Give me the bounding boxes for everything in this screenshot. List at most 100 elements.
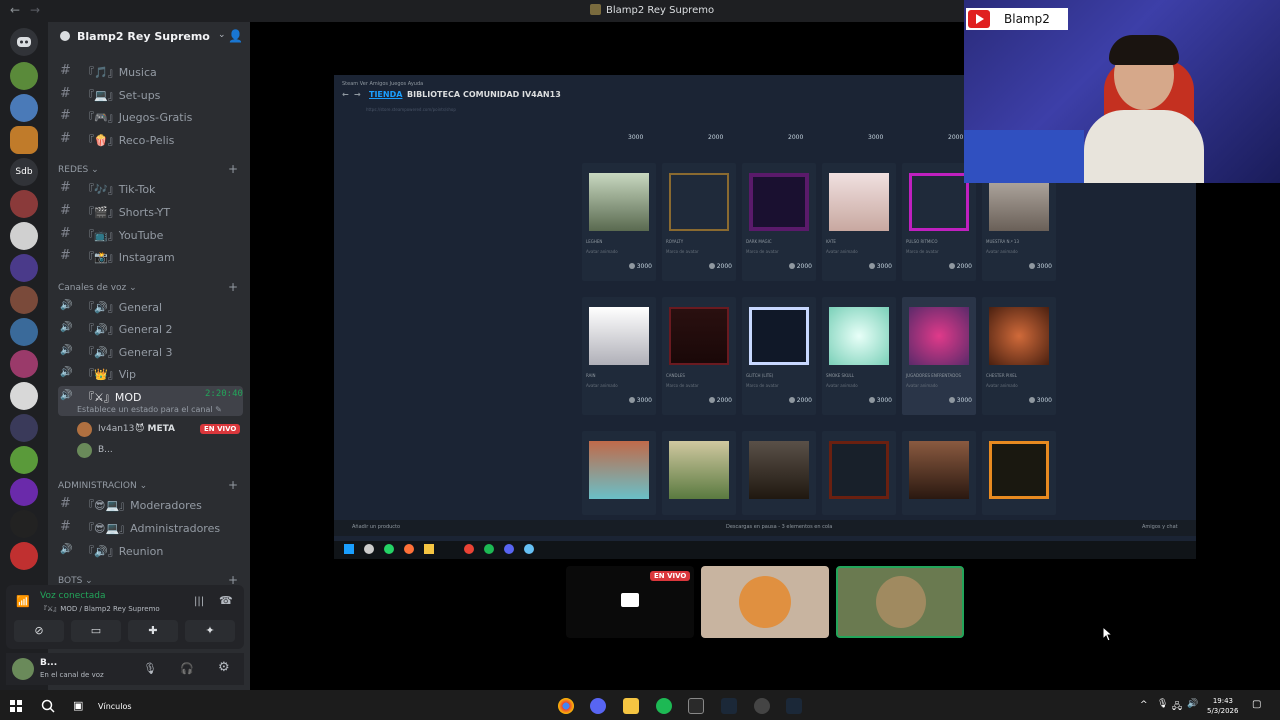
- server-icon[interactable]: [10, 62, 38, 90]
- spotify-icon[interactable]: [656, 698, 672, 714]
- forward-arrow-icon: →: [354, 90, 361, 99]
- item-thumbnail: [669, 307, 729, 365]
- steam-icon[interactable]: [721, 698, 737, 714]
- user-name: B...: [40, 658, 58, 668]
- search-icon[interactable]: [41, 699, 55, 713]
- channel-item[interactable]: # 『💻』Set-ups: [58, 84, 243, 104]
- obs-icon[interactable]: [754, 698, 770, 714]
- server-icon[interactable]: [10, 190, 38, 218]
- price: 2000: [708, 134, 724, 141]
- server-header[interactable]: Blamp2 Rey Supremo ⌄ 👤: [48, 26, 248, 50]
- task-view-icon[interactable]: ▣: [73, 699, 83, 712]
- server-icon[interactable]: [10, 382, 38, 410]
- price: 2000: [788, 134, 804, 141]
- links-toolbar[interactable]: Vínculos: [98, 702, 132, 711]
- server-badge-icon: [60, 31, 70, 41]
- item-thumbnail: [749, 441, 809, 499]
- coin-icon: [868, 397, 875, 403]
- server-icon[interactable]: [10, 542, 38, 570]
- disconnect-icon[interactable]: ☎: [219, 594, 233, 607]
- speaker-icon: 🔊: [60, 544, 73, 555]
- voice-channel-item[interactable]: 🔊 『🔊』Reunion: [58, 540, 243, 560]
- hash-icon: #: [60, 108, 71, 123]
- server-icon[interactable]: [10, 254, 38, 282]
- discord-icon: [504, 544, 514, 554]
- channel-status[interactable]: Establece un estado para el canal ✎: [77, 405, 222, 414]
- category-voz[interactable]: Canales de voz ⌄ +: [58, 280, 238, 294]
- participant-tile-speaking[interactable]: [836, 566, 964, 638]
- microphone-icon[interactable]: 🎙: [1157, 699, 1168, 709]
- network-icon[interactable]: 🖧: [1172, 699, 1182, 715]
- server-icon[interactable]: [10, 478, 38, 506]
- hash-icon: #: [60, 86, 71, 101]
- server-icon[interactable]: [10, 350, 38, 378]
- voice-channel-item[interactable]: 🔊 『🔊』General: [58, 296, 243, 316]
- channel-item[interactable]: # 『🎬』Shorts-YT: [58, 201, 243, 221]
- server-icon[interactable]: [10, 222, 38, 250]
- folder-icon: [424, 544, 434, 554]
- hash-icon: #: [60, 226, 71, 241]
- category-redes[interactable]: REDES ⌄ +: [58, 162, 238, 176]
- server-icon[interactable]: [10, 94, 38, 122]
- back-arrow-icon[interactable]: ←: [10, 3, 20, 17]
- voice-channel-item[interactable]: 🔊 『👑』Vip: [58, 363, 243, 383]
- headphones-icon[interactable]: 🎧: [180, 662, 194, 675]
- screen-share-button[interactable]: ▭: [71, 620, 121, 642]
- chrome-icon[interactable]: [558, 698, 574, 714]
- speaker-icon: 🔊: [60, 345, 73, 356]
- participant-tile[interactable]: [701, 566, 829, 638]
- voice-status[interactable]: Voz conectada: [40, 591, 105, 601]
- coin-icon: [868, 263, 875, 269]
- server-icon[interactable]: Sdb: [10, 158, 38, 186]
- server-icon[interactable]: [10, 318, 38, 346]
- server-icon[interactable]: [10, 126, 38, 154]
- shared-taskbar: [334, 541, 1196, 559]
- chevron-up-icon[interactable]: ^: [1140, 700, 1148, 710]
- avatar[interactable]: [12, 658, 34, 680]
- clock[interactable]: 19:43 5/3/2026: [1207, 696, 1238, 716]
- epic-games-icon[interactable]: [688, 698, 704, 714]
- volume-icon[interactable]: 🔊: [1187, 699, 1198, 709]
- bed: [964, 130, 1084, 183]
- shop-item: [662, 431, 736, 515]
- invite-icon[interactable]: 👤: [228, 29, 243, 43]
- discord-home-icon[interactable]: [10, 28, 38, 56]
- forward-arrow-icon[interactable]: →: [30, 3, 40, 17]
- channel-item[interactable]: # 『📺』YouTube: [58, 224, 243, 244]
- add-channel-icon[interactable]: +: [228, 280, 238, 294]
- channel-item[interactable]: # 『😎💻』Administradores: [58, 517, 243, 537]
- price: 3000: [628, 263, 652, 270]
- activities-button[interactable]: ✚: [128, 620, 178, 642]
- shop-item: [902, 431, 976, 515]
- camera-off-button[interactable]: ⊘: [14, 620, 64, 642]
- add-channel-icon[interactable]: +: [228, 478, 238, 492]
- notification-icon[interactable]: ▢: [1252, 699, 1261, 710]
- voice-member[interactable]: B...: [77, 442, 237, 460]
- microphone-icon[interactable]: 🎙: [143, 662, 157, 675]
- steam-icon[interactable]: [786, 698, 802, 714]
- channel-item[interactable]: # 『🎮』Juegos-Gratis: [58, 106, 243, 126]
- price: 2000: [788, 263, 812, 270]
- voice-channel-item[interactable]: 🔊 『🔊』General 2: [58, 318, 243, 338]
- discord-icon[interactable]: [590, 698, 606, 714]
- speaker-icon: 🔊: [60, 322, 73, 333]
- server-icon[interactable]: [10, 286, 38, 314]
- channel-item[interactable]: # 『📸』Instagram: [58, 246, 243, 266]
- voice-channel-path[interactable]: 『⚔』MOD / Blamp2 Rey Supremo: [40, 604, 160, 614]
- file-explorer-icon[interactable]: [623, 698, 639, 714]
- noise-suppression-icon[interactable]: |||: [194, 596, 204, 607]
- server-icon[interactable]: [10, 510, 38, 538]
- add-channel-icon[interactable]: +: [228, 162, 238, 176]
- channel-item[interactable]: # 『🍿』Reco-Pelis: [58, 129, 243, 149]
- channel-item[interactable]: # 『🎵』Musica: [58, 61, 243, 81]
- soundboard-button[interactable]: ✦: [185, 620, 235, 642]
- server-icon[interactable]: [10, 414, 38, 442]
- windows-start-icon[interactable]: [10, 700, 22, 712]
- channel-item[interactable]: # 『🎶』Tik-Tok: [58, 178, 243, 198]
- category-admin[interactable]: ADMINISTRACION ⌄ +: [58, 478, 238, 492]
- gear-icon[interactable]: ⚙: [218, 660, 230, 675]
- channel-item[interactable]: # 『😎💻』Moderadores: [58, 494, 243, 514]
- voice-channel-item[interactable]: 🔊 『🔊』General 3: [58, 341, 243, 361]
- server-icon[interactable]: [10, 446, 38, 474]
- participant-tile-stream[interactable]: EN VIVO: [566, 566, 694, 638]
